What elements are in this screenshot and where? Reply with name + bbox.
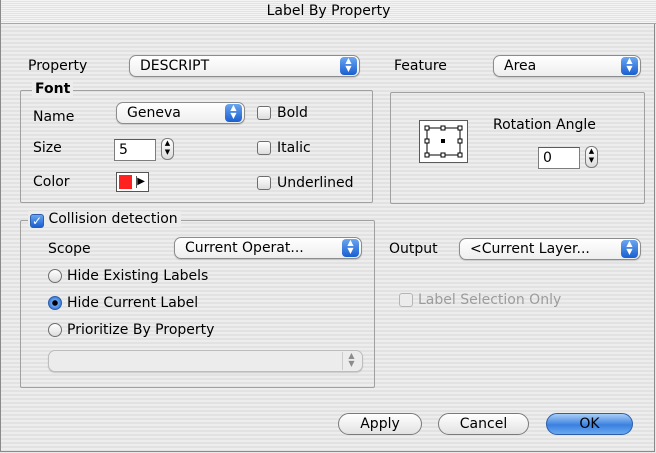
- scope-popup[interactable]: Current Operat... ▲ ▼: [174, 237, 362, 259]
- label-selection-only-label: Label Selection Only: [418, 292, 562, 308]
- color-swatch: [119, 175, 132, 189]
- window-title: Label By Property: [266, 3, 391, 19]
- hide-current-label-label: Hide Current Label: [67, 295, 199, 311]
- feature-popup[interactable]: Area ▲ ▼: [493, 55, 641, 77]
- triangle-right-icon: ▶: [137, 176, 145, 187]
- collision-group-header: ✓ Collision detection: [28, 211, 181, 228]
- scope-label: Scope: [48, 241, 91, 257]
- property-popup-value: DESCRIPT: [140, 58, 210, 74]
- output-popup-value: <Current Layer...: [470, 241, 590, 257]
- rotation-handle-box-icon: [419, 120, 468, 163]
- up-down-arrows-icon: ▲ ▼: [621, 240, 638, 258]
- title-bar: Label By Property: [1, 0, 656, 24]
- font-name-label: Name: [33, 109, 75, 125]
- bold-checkbox[interactable]: [257, 106, 271, 120]
- prioritize-by-property-radio[interactable]: [48, 323, 62, 337]
- bold-label: Bold: [277, 105, 308, 121]
- up-down-arrows-icon: ▲ ▼: [621, 57, 638, 75]
- font-size-label: Size: [33, 140, 62, 156]
- hide-existing-labels-radio[interactable]: [48, 269, 62, 283]
- property-label: Property: [28, 58, 88, 74]
- italic-checkbox[interactable]: [257, 141, 271, 155]
- label-selection-only-checkbox: [399, 293, 413, 307]
- stepper-arrows-icon[interactable]: ▲ ▼: [161, 138, 174, 160]
- cancel-button[interactable]: Cancel: [438, 413, 529, 435]
- prioritize-by-property-label: Prioritize By Property: [67, 322, 215, 338]
- rotation-angle-label: Rotation Angle: [493, 117, 596, 133]
- feature-popup-value: Area: [504, 58, 537, 74]
- up-down-arrows-icon: ▲ ▼: [342, 239, 359, 257]
- property-popup[interactable]: DESCRIPT ▲ ▼: [129, 55, 360, 77]
- italic-label: Italic: [277, 140, 311, 156]
- scope-popup-value: Current Operat...: [185, 240, 304, 256]
- output-popup[interactable]: <Current Layer... ▲ ▼: [459, 238, 641, 260]
- up-down-arrows-icon: ▲ ▼: [340, 57, 357, 75]
- font-size-field[interactable]: 5: [114, 139, 156, 161]
- up-down-arrows-icon: ▲ ▼: [225, 104, 242, 122]
- collision-label: Collision detection: [48, 211, 178, 227]
- font-group-title: Font: [32, 81, 74, 97]
- apply-button[interactable]: Apply: [338, 413, 422, 435]
- stepper-arrows-icon[interactable]: ▲ ▼: [585, 146, 598, 168]
- font-color-well[interactable]: ▶: [116, 172, 149, 192]
- output-label: Output: [389, 241, 438, 257]
- underlined-checkbox[interactable]: [257, 176, 271, 190]
- up-down-arrows-icon: ▲ ▼: [342, 352, 360, 370]
- font-name-value: Geneva: [127, 105, 181, 121]
- priority-property-popup: ▲ ▼: [48, 350, 363, 372]
- ok-button[interactable]: OK: [546, 413, 633, 435]
- font-name-popup[interactable]: Geneva ▲ ▼: [116, 102, 245, 124]
- collision-checkbox[interactable]: ✓: [30, 214, 44, 228]
- rotation-angle-field[interactable]: 0: [538, 147, 580, 169]
- font-color-label: Color: [33, 174, 70, 190]
- hide-existing-labels-label: Hide Existing Labels: [67, 268, 209, 284]
- feature-label: Feature: [394, 58, 447, 74]
- hide-current-label-radio[interactable]: [48, 296, 62, 310]
- underlined-label: Underlined: [277, 175, 354, 191]
- dialog-window: Label By Property Property DESCRIPT ▲ ▼ F…: [0, 0, 656, 452]
